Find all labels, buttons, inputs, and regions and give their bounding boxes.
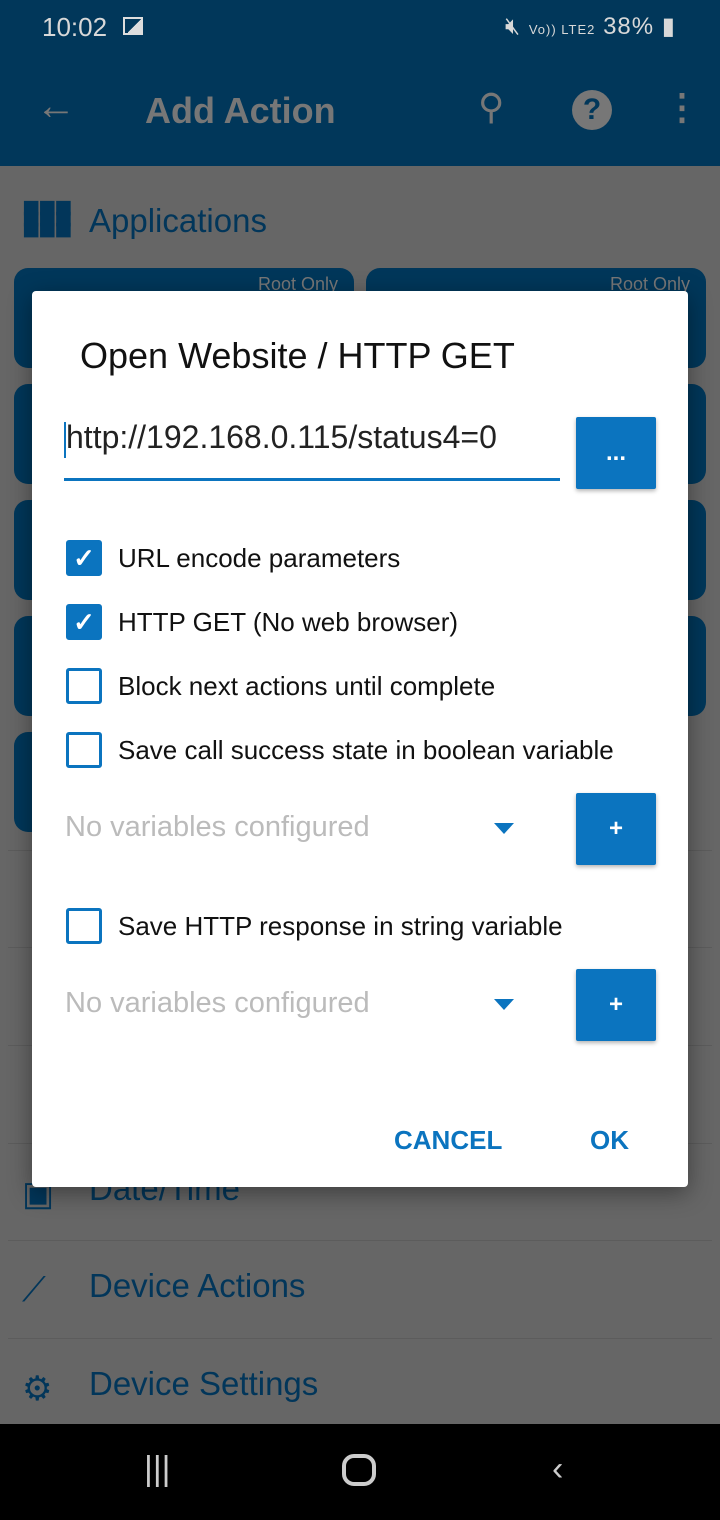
boolean-variable-select[interactable]: No variables configured — [65, 811, 370, 844]
dialog-title: Open Website / HTTP GET — [80, 335, 515, 376]
settings-gear-icon: ⚙ — [22, 1370, 53, 1408]
recent-apps-icon[interactable]: ||| — [144, 1450, 171, 1489]
checkbox-http-get[interactable]: ✓ HTTP GET (No web browser) — [66, 602, 458, 642]
item-label: Device Actions — [89, 1267, 306, 1304]
checkbox-label: Save call success state in boolean varia… — [118, 734, 614, 765]
section-applications[interactable]: Applications — [89, 202, 267, 240]
status-bar: 10:02 🔇︎ Vo)) LTE2 38% ▮ — [0, 0, 720, 56]
checkbox-label: Block next actions until complete — [118, 670, 496, 701]
ok-button[interactable]: OK — [590, 1125, 629, 1156]
home-icon[interactable] — [342, 1454, 376, 1486]
clock: 10:02 — [42, 12, 108, 42]
checkbox-block-next[interactable]: Block next actions until complete — [66, 666, 495, 706]
network-label: Vo)) LTE2 — [528, 22, 596, 37]
cancel-button[interactable]: CANCEL — [394, 1125, 502, 1156]
checkbox-empty-icon — [66, 668, 102, 704]
grid-icon: ■■■ ■■■ ■■■ — [22, 191, 72, 246]
string-variable-select[interactable]: No variables configured — [65, 987, 370, 1020]
checkbox-empty-icon — [66, 908, 102, 944]
checkbox-empty-icon — [66, 732, 102, 768]
battery-icon: ▮ — [661, 13, 676, 40]
app-bar: ← Add Action ⚲ ? ⋮ — [0, 56, 720, 166]
checkbox-label: URL encode parameters — [118, 542, 401, 573]
checkbox-label: HTTP GET (No web browser) — [118, 606, 459, 637]
list-item-device-actions[interactable]: ⟋ Device Actions — [8, 1240, 712, 1338]
dropdown-arrow-icon[interactable] — [494, 999, 514, 1010]
search-icon[interactable]: ⚲ — [478, 86, 504, 128]
navigation-bar: ||| ‹ — [0, 1424, 720, 1520]
add-boolean-variable-button[interactable]: + — [576, 793, 656, 865]
url-value: http://192.168.0.115/status4=0 — [66, 419, 497, 455]
mute-icon: 🔇︎ — [505, 13, 522, 40]
checkbox-save-success[interactable]: Save call success state in boolean varia… — [66, 730, 614, 770]
item-label: Device Settings — [89, 1365, 319, 1402]
open-website-dialog: Open Website / HTTP GET http://192.168.0… — [32, 291, 688, 1187]
add-string-variable-button[interactable]: + — [576, 969, 656, 1041]
checkbox-save-response[interactable]: Save HTTP response in string variable — [66, 906, 563, 946]
checkmark-icon: ✓ — [66, 604, 102, 640]
magic-wand-icon: ⟋ — [22, 1271, 46, 1309]
help-icon[interactable]: ? — [572, 90, 612, 130]
back-icon[interactable]: ‹ — [552, 1450, 563, 1489]
browse-button[interactable]: ... — [576, 417, 656, 489]
checkbox-label: Save HTTP response in string variable — [118, 910, 563, 941]
page-title: Add Action — [145, 90, 336, 131]
status-icons: 🔇︎ Vo)) LTE2 38% ▮ — [505, 12, 676, 41]
more-options-icon[interactable]: ⋮ — [664, 86, 700, 128]
checkmark-icon: ✓ — [66, 540, 102, 576]
back-arrow-icon[interactable]: ← — [36, 84, 76, 129]
image-notification-icon — [123, 17, 143, 35]
checkbox-url-encode[interactable]: ✓ URL encode parameters — [66, 538, 400, 578]
url-input[interactable]: http://192.168.0.115/status4=0 — [64, 419, 560, 481]
list-item-device-settings[interactable]: ⚙ Device Settings — [8, 1338, 712, 1436]
dropdown-arrow-icon[interactable] — [494, 823, 514, 834]
battery-percent: 38% — [603, 13, 655, 40]
